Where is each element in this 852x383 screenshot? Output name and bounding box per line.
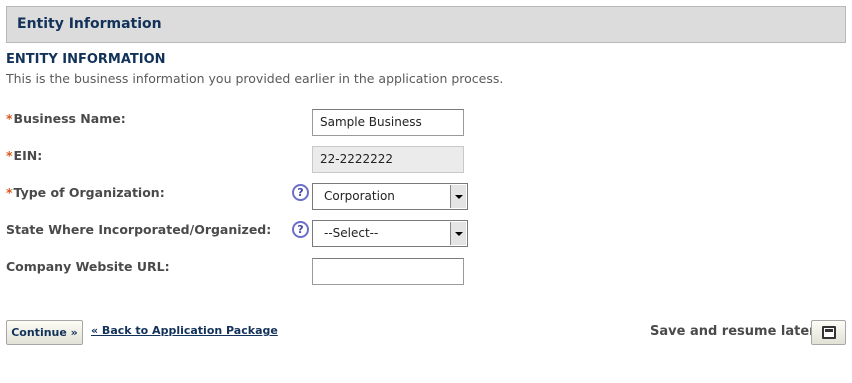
business-name-label: *Business Name: (6, 111, 126, 126)
org-type-select-value: Corporation (324, 189, 395, 203)
section-description: This is the business information you pro… (6, 71, 504, 86)
state-label-text: State Where Incorporated/Organized: (6, 222, 272, 237)
section-title: ENTITY INFORMATION (6, 52, 166, 67)
required-marker: * (6, 185, 13, 200)
state-label: State Where Incorporated/Organized: (6, 222, 271, 237)
org-type-label: *Type of Organization: (6, 185, 165, 200)
business-name-input[interactable]: Sample Business (312, 109, 464, 136)
chevron-down-icon[interactable] (450, 185, 466, 208)
state-select[interactable]: --Select-- (312, 220, 468, 247)
ein-label: *EIN: (6, 148, 42, 163)
required-marker: * (6, 111, 13, 126)
org-type-help-icon[interactable]: ? (292, 184, 309, 201)
state-help-icon[interactable]: ? (292, 221, 309, 238)
chevron-down-icon[interactable] (450, 222, 466, 245)
state-select-value: --Select-- (324, 226, 379, 240)
panel-header: Entity Information (6, 6, 846, 43)
website-input[interactable] (312, 258, 464, 285)
panel-title: Entity Information (17, 16, 162, 32)
required-marker: * (6, 148, 13, 163)
save-resume-label: Save and resume later: (650, 324, 821, 339)
save-icon (822, 326, 836, 339)
org-type-label-text: Type of Organization: (13, 185, 165, 200)
ein-input: 22-2222222 (312, 146, 464, 173)
business-name-label-text: Business Name: (13, 111, 126, 126)
continue-button[interactable]: Continue » (6, 320, 83, 345)
website-label: Company Website URL: (6, 259, 170, 274)
org-type-select[interactable]: Corporation (312, 183, 468, 210)
website-label-text: Company Website URL: (6, 259, 170, 274)
back-to-application-link[interactable]: « Back to Application Package (91, 324, 278, 337)
save-resume-button[interactable] (811, 320, 846, 345)
ein-label-text: EIN: (13, 148, 43, 163)
